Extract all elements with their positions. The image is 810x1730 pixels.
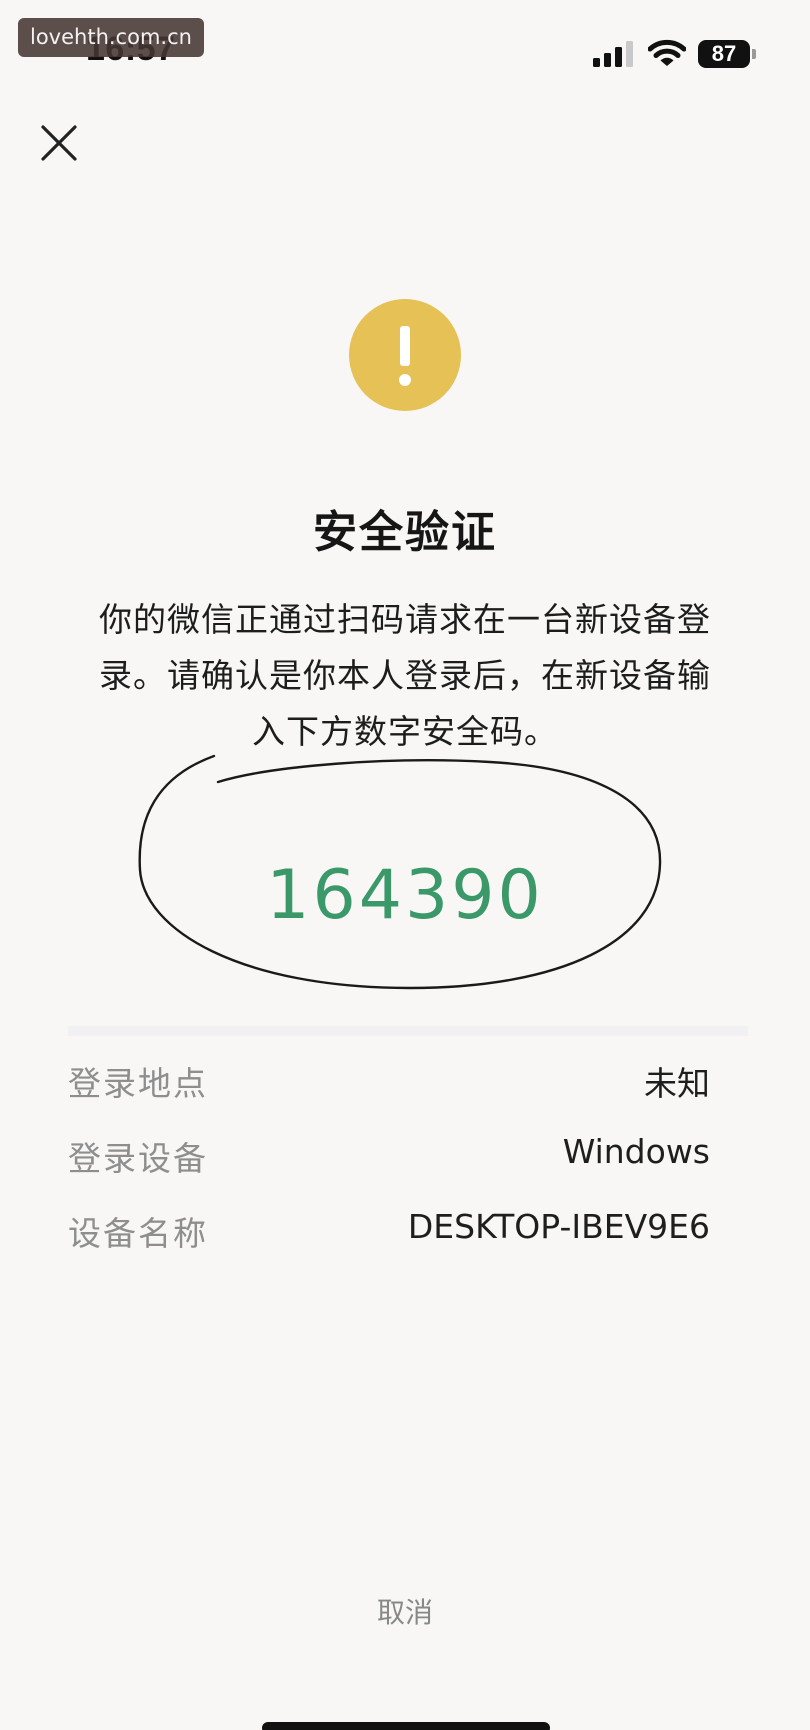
exclamation-icon bbox=[349, 299, 461, 411]
wifi-icon bbox=[648, 39, 686, 66]
exclamation-dot bbox=[399, 374, 411, 386]
security-verification-screen: 16:57 lovehth.com.cn 87 安全验证 你的微信正通过扫码请求… bbox=[0, 0, 810, 1730]
watermark: lovehth.com.cn bbox=[18, 18, 204, 57]
exclamation-bar bbox=[400, 326, 410, 366]
login-device-row: 登录设备 Windows bbox=[68, 1132, 710, 1182]
page-title: 安全验证 bbox=[313, 507, 497, 558]
battery-level: 87 bbox=[698, 40, 750, 68]
home-indicator[interactable] bbox=[262, 1722, 550, 1730]
device-name-label: 设备名称 bbox=[68, 1214, 208, 1253]
login-location-row: 登录地点 未知 bbox=[68, 1057, 710, 1107]
device-name-row: 设备名称 DESKTOP-IBEV9E6 bbox=[68, 1207, 710, 1257]
verification-description: 你的微信正通过扫码请求在一台新设备登 录。请确认是你本人登录后，在新设备输 入下… bbox=[75, 592, 735, 760]
close-button[interactable] bbox=[38, 122, 80, 164]
divider bbox=[68, 1026, 748, 1036]
close-icon bbox=[41, 125, 77, 161]
device-name-value: DESKTOP-IBEV9E6 bbox=[407, 1207, 710, 1246]
description-line-1: 你的微信正通过扫码请求在一台新设备登 bbox=[99, 600, 711, 639]
login-location-label: 登录地点 bbox=[68, 1064, 208, 1103]
login-device-label: 登录设备 bbox=[68, 1139, 208, 1178]
battery-indicator: 87 bbox=[698, 40, 756, 68]
description-line-2: 录。请确认是你本人登录后，在新设备输 bbox=[99, 656, 711, 695]
cellular-signal-icon bbox=[593, 41, 633, 67]
login-location-value: 未知 bbox=[644, 1064, 710, 1103]
battery-cap bbox=[752, 49, 756, 59]
security-code: 164390 bbox=[266, 856, 544, 935]
cancel-button[interactable]: 取消 bbox=[355, 1590, 455, 1636]
login-device-value: Windows bbox=[562, 1132, 710, 1171]
